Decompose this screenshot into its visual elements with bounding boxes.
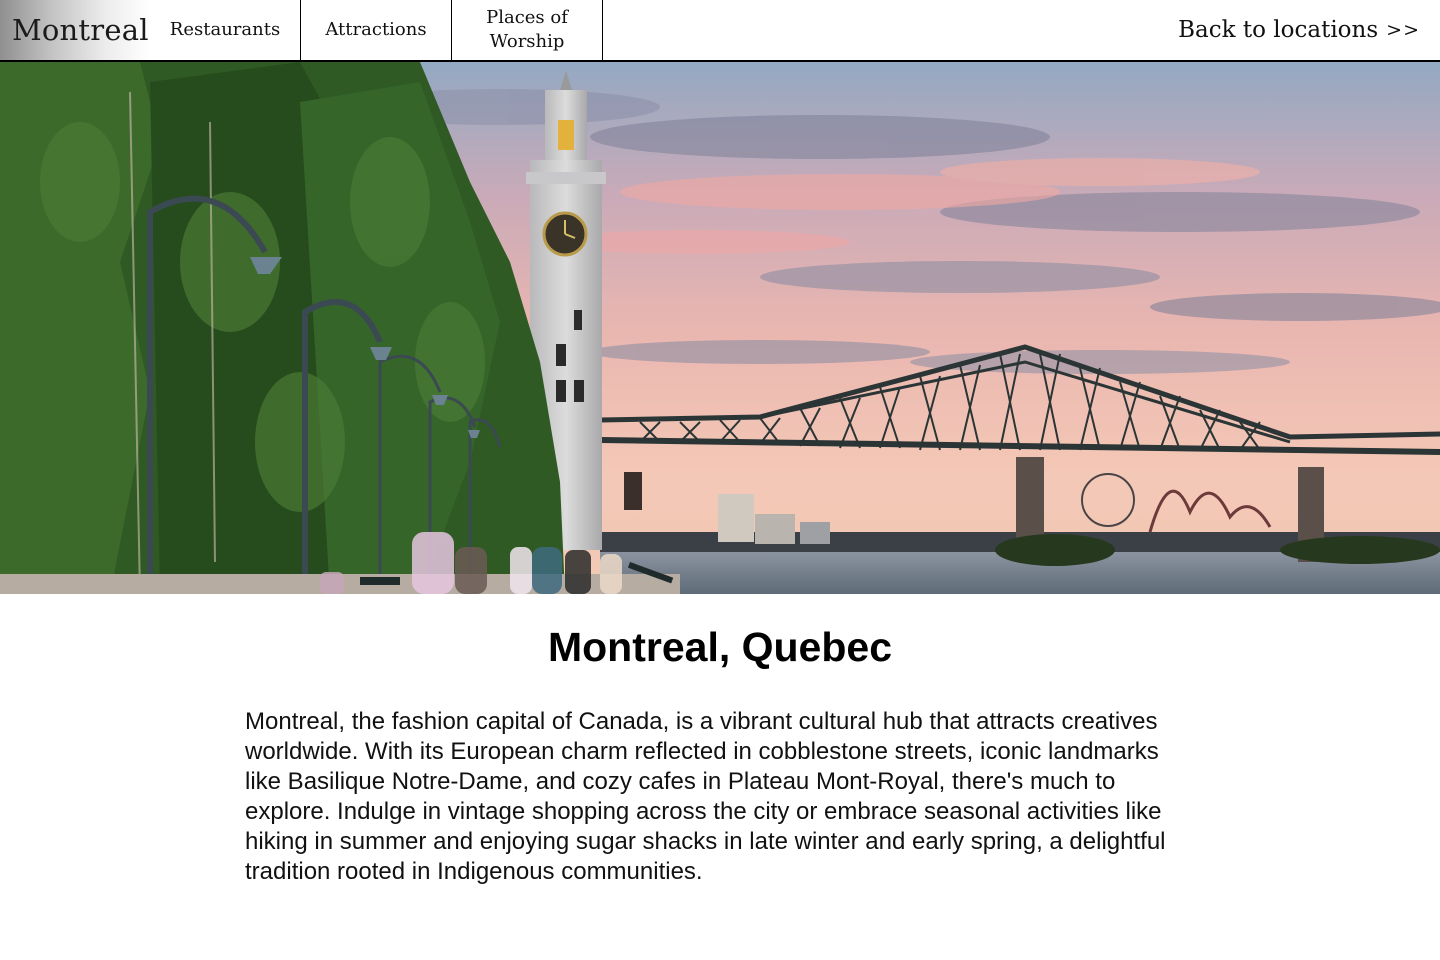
hero-image xyxy=(0,62,1440,594)
page-title: Montreal, Quebec xyxy=(547,624,892,670)
double-chevron-right-icon: >> xyxy=(1386,19,1420,41)
top-nav: Montreal Restaurants Attractions Places … xyxy=(0,0,1440,62)
tab-places-of-worship[interactable]: Places of Worship xyxy=(452,0,603,60)
back-to-locations-label: Back to locations xyxy=(1178,17,1379,43)
location-description: Montreal, the fashion capital of Canada,… xyxy=(245,708,1166,885)
tab-restaurants[interactable]: Restaurants xyxy=(150,0,301,60)
tab-attractions[interactable]: Attractions xyxy=(301,0,452,60)
brand-title[interactable]: Montreal xyxy=(0,0,150,60)
back-to-locations-link[interactable]: Back to locations >> xyxy=(1178,0,1420,60)
